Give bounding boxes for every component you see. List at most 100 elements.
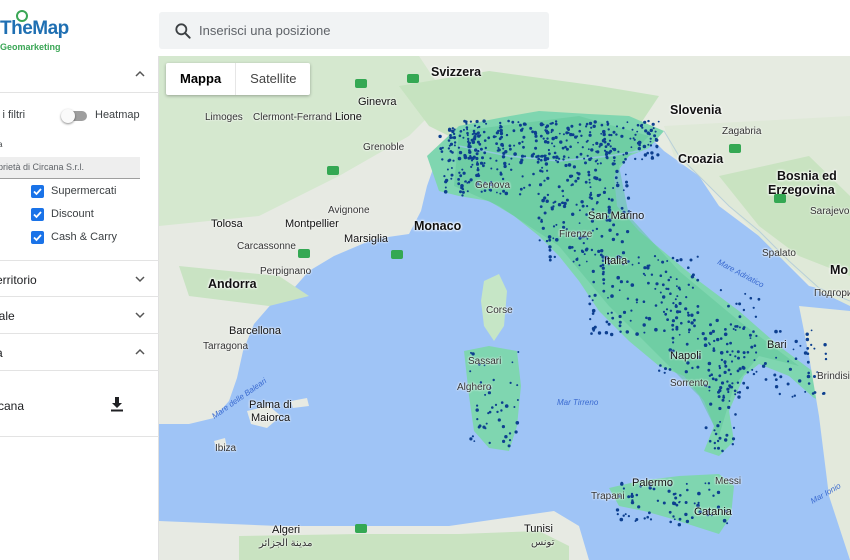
store-point[interactable]	[711, 377, 715, 381]
store-point[interactable]	[468, 150, 472, 154]
store-point[interactable]	[617, 150, 620, 153]
map-type-map-button[interactable]: Mappa	[166, 63, 237, 95]
store-point[interactable]	[696, 278, 700, 282]
store-point[interactable]	[684, 307, 688, 311]
store-point[interactable]	[550, 207, 554, 211]
store-point[interactable]	[675, 310, 680, 314]
store-point[interactable]	[654, 287, 657, 290]
store-point[interactable]	[477, 149, 480, 153]
store-point[interactable]	[546, 137, 549, 140]
store-point[interactable]	[457, 156, 462, 161]
store-point[interactable]	[476, 168, 480, 172]
store-point[interactable]	[667, 489, 671, 493]
store-point[interactable]	[806, 374, 811, 379]
store-point[interactable]	[592, 124, 596, 128]
store-point[interactable]	[757, 297, 761, 301]
store-point[interactable]	[569, 132, 573, 137]
store-point[interactable]	[637, 505, 641, 509]
store-point[interactable]	[478, 424, 482, 428]
store-point[interactable]	[647, 316, 652, 321]
store-point[interactable]	[602, 278, 606, 282]
store-point[interactable]	[517, 121, 520, 124]
store-point[interactable]	[620, 240, 624, 244]
store-point[interactable]	[521, 140, 524, 143]
store-point[interactable]	[499, 171, 502, 174]
store-point[interactable]	[467, 180, 471, 184]
store-point[interactable]	[764, 378, 768, 381]
store-point[interactable]	[646, 151, 649, 155]
store-point[interactable]	[578, 222, 581, 225]
store-point[interactable]	[624, 157, 627, 161]
store-point[interactable]	[717, 390, 720, 394]
store-point[interactable]	[545, 130, 550, 135]
store-point[interactable]	[643, 331, 646, 334]
store-point[interactable]	[674, 496, 678, 500]
store-point[interactable]	[576, 257, 579, 260]
store-point[interactable]	[743, 356, 746, 359]
store-point[interactable]	[713, 339, 716, 343]
store-point[interactable]	[608, 139, 612, 142]
store-point[interactable]	[544, 126, 548, 129]
store-point[interactable]	[600, 132, 603, 135]
map-type-satellite-button[interactable]: Satellite	[236, 63, 310, 95]
store-point[interactable]	[545, 199, 549, 203]
store-point[interactable]	[735, 302, 738, 305]
store-point[interactable]	[552, 225, 556, 228]
store-point[interactable]	[727, 390, 730, 394]
store-point[interactable]	[807, 371, 810, 375]
store-point[interactable]	[663, 329, 666, 333]
store-point[interactable]	[643, 120, 647, 124]
store-point[interactable]	[603, 149, 607, 152]
store-point[interactable]	[753, 359, 756, 362]
store-point[interactable]	[679, 258, 683, 262]
store-point[interactable]	[726, 387, 730, 391]
store-point[interactable]	[588, 121, 593, 126]
chevron-down-icon[interactable]	[135, 310, 145, 320]
store-point[interactable]	[508, 439, 512, 442]
store-point[interactable]	[696, 311, 700, 315]
store-point[interactable]	[719, 337, 723, 340]
store-point[interactable]	[508, 432, 512, 435]
store-point[interactable]	[704, 482, 707, 485]
store-point[interactable]	[663, 371, 666, 374]
store-point[interactable]	[629, 137, 632, 140]
store-point[interactable]	[644, 274, 646, 277]
store-point[interactable]	[590, 126, 593, 129]
store-point[interactable]	[678, 517, 682, 521]
store-point[interactable]	[443, 175, 446, 178]
store-point[interactable]	[589, 131, 592, 134]
store-point[interactable]	[662, 501, 666, 505]
store-point[interactable]	[612, 156, 616, 159]
store-point[interactable]	[544, 156, 547, 160]
store-point[interactable]	[572, 260, 575, 263]
store-point[interactable]	[742, 381, 746, 385]
store-point[interactable]	[733, 389, 737, 393]
store-point[interactable]	[716, 337, 720, 342]
store-point[interactable]	[671, 319, 676, 323]
store-point[interactable]	[461, 190, 465, 194]
store-point[interactable]	[500, 135, 503, 139]
store-point[interactable]	[639, 124, 643, 128]
store-point[interactable]	[611, 284, 615, 288]
store-point[interactable]	[651, 155, 654, 158]
store-point[interactable]	[677, 523, 681, 527]
store-point[interactable]	[510, 157, 513, 160]
store-point[interactable]	[672, 501, 676, 505]
store-point[interactable]	[596, 201, 599, 204]
store-point[interactable]	[676, 285, 678, 288]
store-point[interactable]	[729, 373, 732, 376]
store-point[interactable]	[531, 130, 534, 134]
store-point[interactable]	[460, 186, 464, 189]
store-point[interactable]	[600, 123, 604, 127]
store-point[interactable]	[519, 187, 523, 191]
store-point[interactable]	[467, 139, 470, 142]
store-point[interactable]	[707, 361, 712, 366]
store-point[interactable]	[566, 126, 570, 130]
store-point[interactable]	[646, 515, 649, 519]
store-point[interactable]	[675, 303, 677, 306]
store-point[interactable]	[440, 150, 444, 153]
territory-section-header[interactable]: erritorio	[0, 260, 159, 297]
store-point[interactable]	[823, 343, 827, 347]
store-point[interactable]	[541, 170, 544, 173]
store-point[interactable]	[519, 160, 523, 165]
